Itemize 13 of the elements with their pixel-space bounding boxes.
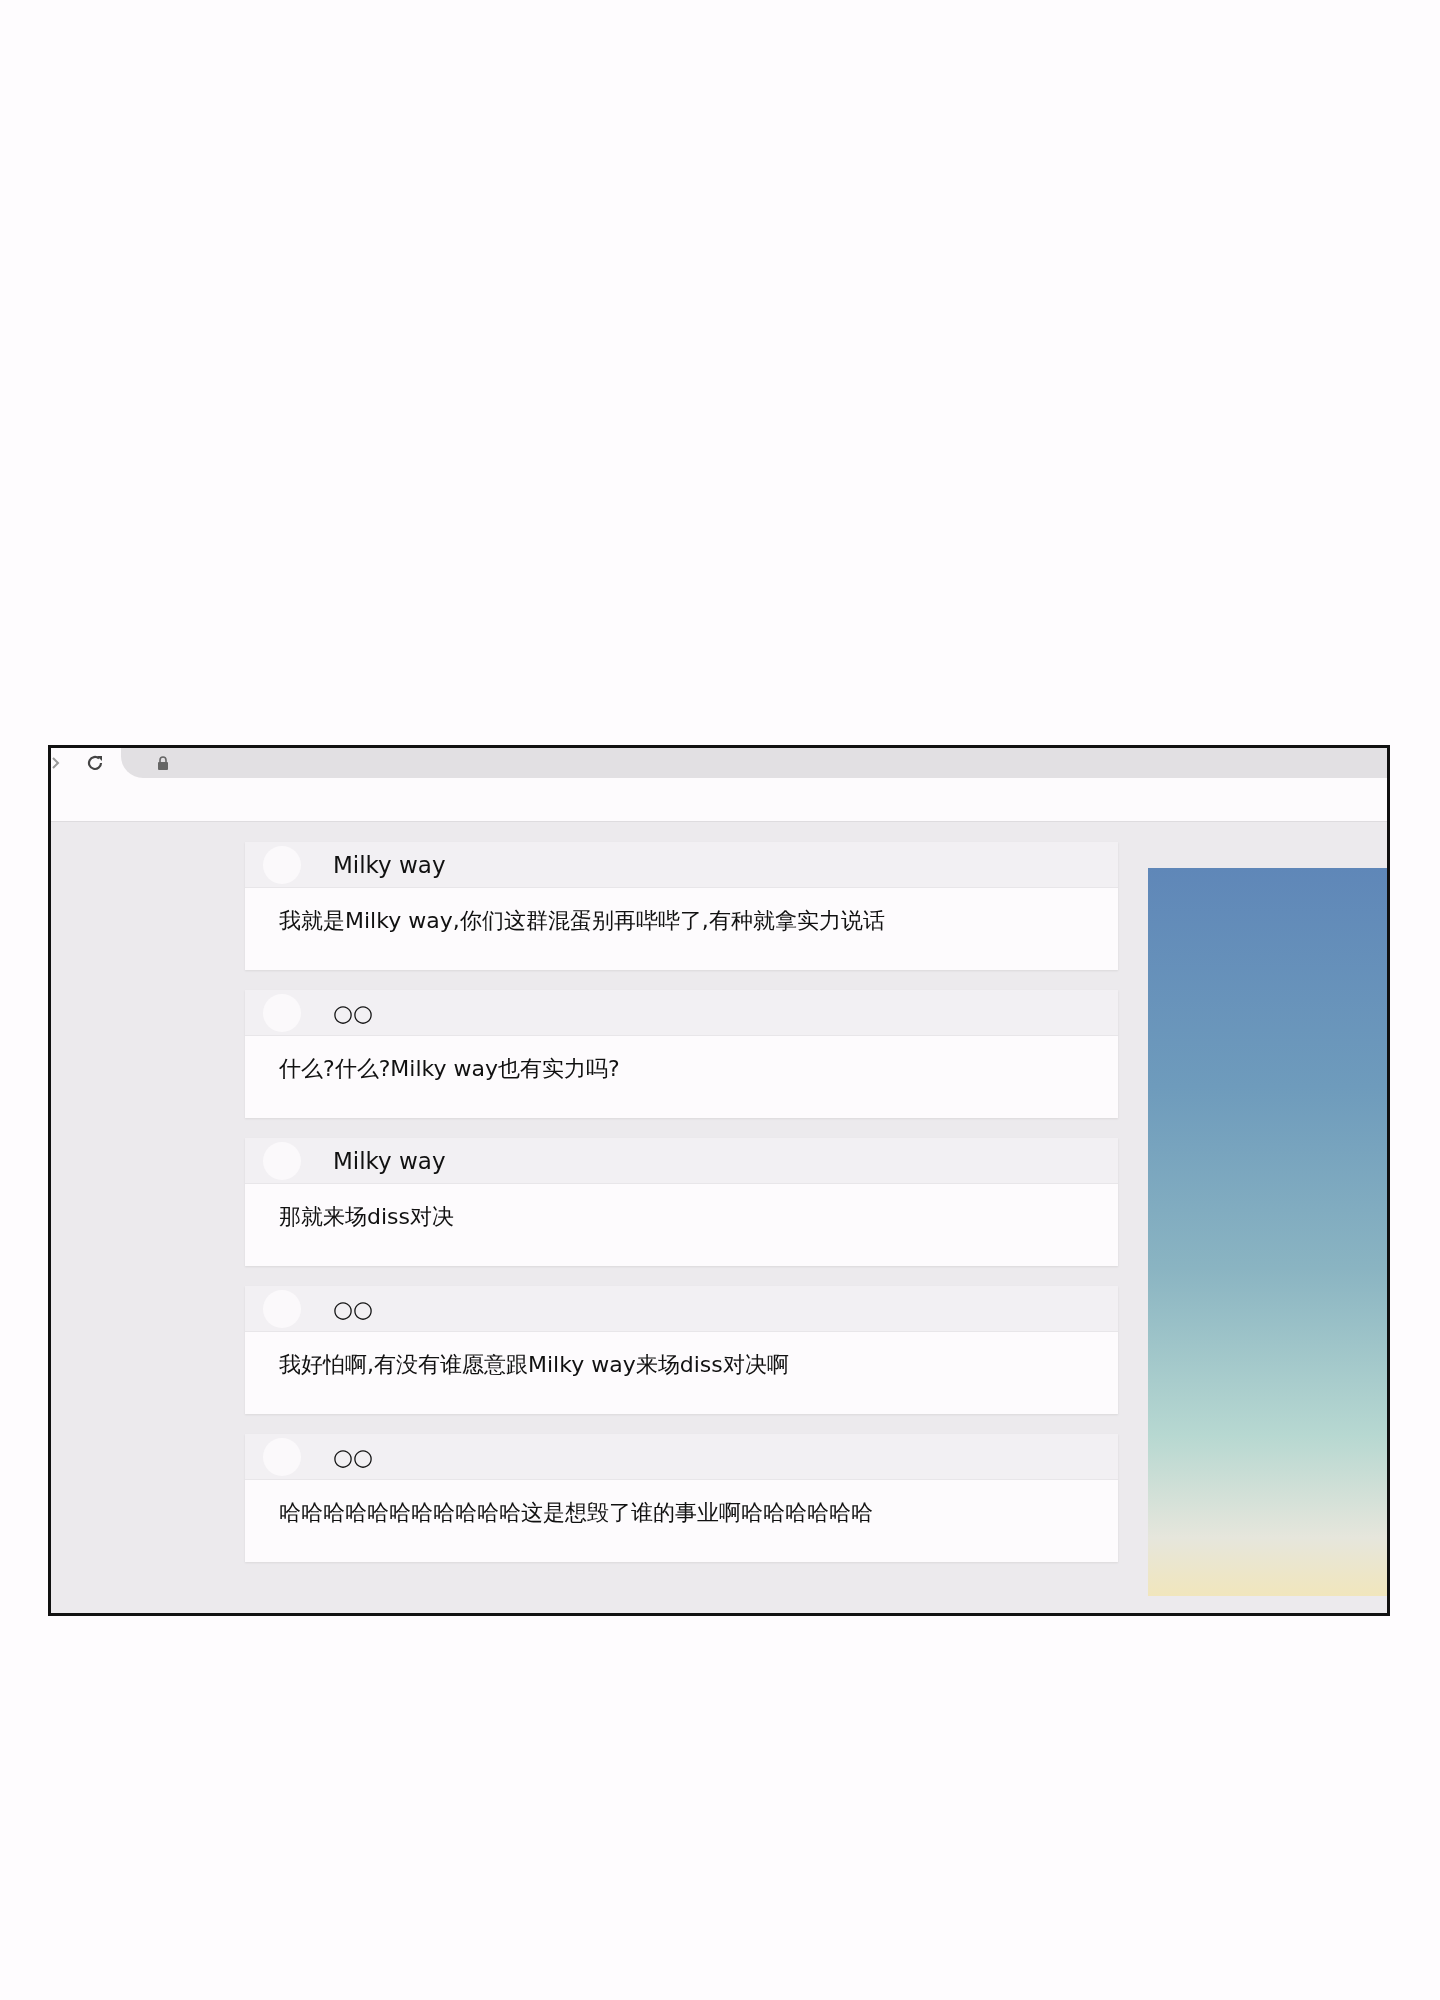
- reload-icon[interactable]: [85, 753, 105, 773]
- comment-text: 我好怕啊,有没有谁愿意跟Milky way来场diss对决啊: [279, 1352, 789, 1377]
- author-name: ○○: [333, 999, 374, 1026]
- author-name: ○○: [333, 1443, 374, 1470]
- comment-text: 哈哈哈哈哈哈哈哈哈哈哈这是想毁了谁的事业啊哈哈哈哈哈哈: [279, 1500, 873, 1525]
- comment-text: 什么?什么?Milky way也有实力吗?: [279, 1056, 620, 1081]
- comment-text: 那就来场diss对决: [279, 1204, 454, 1229]
- author-name: Milky way: [333, 851, 446, 878]
- author-name: Milky way: [333, 1147, 446, 1174]
- forward-icon[interactable]: [51, 756, 61, 770]
- lock-icon: [157, 756, 169, 770]
- author-name: ○○: [333, 1295, 374, 1322]
- comment-text: 我就是Milky way,你们这群混蛋别再哔哔了,有种就拿实力说话: [279, 908, 885, 933]
